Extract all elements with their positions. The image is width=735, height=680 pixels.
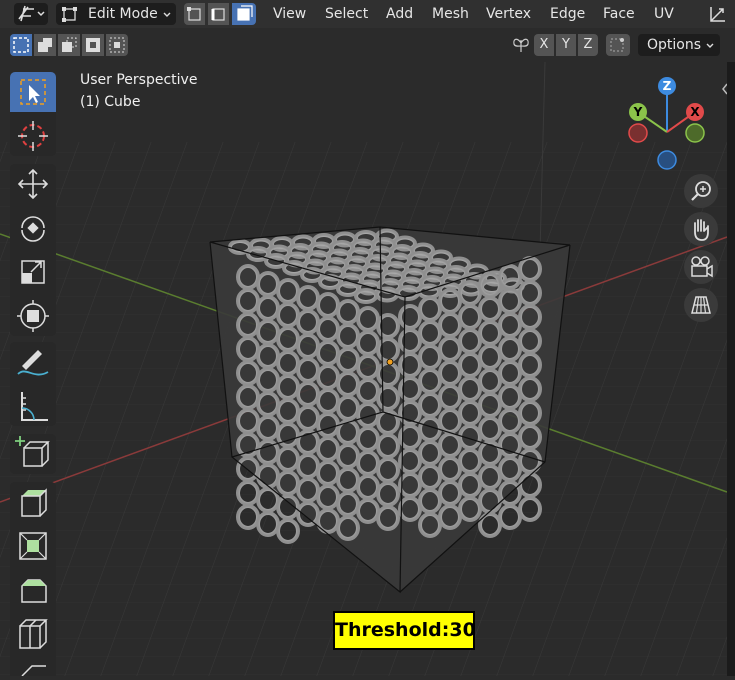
select-subtract-icon: [62, 37, 77, 52]
gizmo-neg-y[interactable]: [685, 123, 705, 143]
select-new-icon: [13, 37, 29, 53]
3d-viewport[interactable]: User Perspective (1) Cube Z Y X: [0, 62, 735, 677]
knife-tool[interactable]: [10, 658, 56, 677]
gizmo-neg-z[interactable]: [657, 150, 677, 170]
measure-tool[interactable]: [10, 386, 56, 426]
grid-perspective-icon: [691, 296, 711, 314]
knife-icon: [21, 665, 46, 677]
extrude-tool[interactable]: [10, 482, 56, 522]
object-origin: [386, 358, 394, 366]
move-icon: [17, 168, 49, 200]
mode-label: Edit Mode: [88, 6, 158, 22]
annotate-pencil-icon: [17, 350, 49, 376]
measure-ruler-icon: [21, 392, 48, 421]
menu-face[interactable]: Face: [603, 4, 635, 24]
pan-button[interactable]: [684, 212, 718, 246]
select-extend-button[interactable]: [34, 34, 56, 56]
camera-icon: [691, 256, 713, 278]
vertex-select-toggle[interactable]: [184, 3, 205, 25]
loop-cut-tool[interactable]: [10, 614, 56, 654]
sidebar-edge: [727, 62, 735, 676]
add-cube-tool[interactable]: [10, 434, 56, 474]
mode-selector[interactable]: Edit Mode: [56, 3, 176, 25]
inset-tool[interactable]: [10, 526, 56, 566]
menu-add[interactable]: Add: [386, 4, 413, 24]
select-extend-icon: [38, 38, 52, 52]
select-subtract-button[interactable]: [58, 34, 80, 56]
menu-vertex[interactable]: Vertex: [486, 4, 531, 24]
perspective-toggle-button[interactable]: [684, 288, 718, 322]
toolbar-group-add: [10, 434, 56, 474]
threshold-label: Threshold:30: [333, 611, 476, 650]
menu-mesh[interactable]: Mesh: [432, 4, 469, 24]
select-intersect-button[interactable]: [106, 34, 128, 56]
rotate-tool[interactable]: [10, 208, 56, 248]
edge-mode-icon: [211, 8, 225, 21]
options-label: Options: [647, 37, 702, 53]
vertex-mode-icon: [187, 7, 201, 21]
zoom-magnifier-icon: [691, 181, 711, 201]
chevron-down-icon: [163, 12, 171, 17]
toolbar-group-annotate: [10, 342, 56, 426]
move-tool[interactable]: [10, 164, 56, 204]
transform-tool[interactable]: [10, 296, 56, 336]
inset-faces-icon: [19, 532, 47, 560]
edit-mode-icon: [62, 7, 77, 22]
mirror-x-toggle[interactable]: X: [534, 34, 554, 56]
transform-icon: [17, 300, 49, 332]
options-dropdown[interactable]: Options: [638, 34, 720, 56]
view-name: User Perspective: [80, 72, 198, 88]
editor-type-button[interactable]: [14, 3, 48, 25]
select-invert-button[interactable]: [82, 34, 104, 56]
cursor-tool[interactable]: [10, 116, 56, 156]
select-intersect-icon: [109, 37, 125, 53]
gizmo-z-label: Z: [663, 79, 672, 93]
hand-icon: [694, 219, 709, 241]
select-new-button[interactable]: [10, 34, 32, 56]
mirror-y-toggle[interactable]: Y: [556, 34, 576, 56]
extrude-icon: [21, 488, 47, 517]
zoom-button[interactable]: [684, 174, 718, 208]
toolbar-group-select: [10, 72, 56, 156]
gizmo-y-label: Y: [633, 105, 643, 119]
chevron-down-icon: [706, 43, 714, 48]
auto-merge-button[interactable]: [606, 34, 630, 56]
select-box-icon: [20, 79, 46, 105]
camera-view-button[interactable]: [684, 250, 718, 284]
mirror-z-toggle[interactable]: Z: [578, 34, 598, 56]
bevel-icon: [21, 579, 47, 603]
gizmo-x-label: X: [690, 105, 700, 119]
annotate-tool[interactable]: [10, 342, 56, 382]
header-bar: Edit Mode View Select Add Mesh Vertex Ed…: [0, 0, 735, 28]
gizmo-neg-x[interactable]: [628, 123, 648, 143]
menu-select[interactable]: Select: [325, 4, 368, 24]
auto-merge-icon: [610, 38, 624, 52]
cursor-icon: [18, 121, 48, 151]
navigation-gizmo[interactable]: Z Y X: [622, 72, 712, 172]
transform-gizmo-icon[interactable]: [707, 3, 729, 25]
menu-uv[interactable]: UV: [654, 4, 674, 24]
butterfly-mirror-icon[interactable]: [510, 34, 532, 56]
toolbar-group-transform: [10, 164, 56, 336]
rotate-icon: [21, 216, 45, 242]
face-select-toggle[interactable]: [232, 3, 256, 25]
menu-view[interactable]: View: [273, 4, 306, 24]
loop-cut-icon: [19, 619, 48, 649]
select-box-tool[interactable]: [10, 72, 56, 112]
edge-select-toggle[interactable]: [208, 3, 229, 25]
editor-type-icon: [18, 5, 45, 22]
menu-edge[interactable]: Edge: [550, 4, 585, 24]
scale-tool[interactable]: [10, 252, 56, 292]
bevel-tool[interactable]: [10, 570, 56, 610]
add-cube-icon: [15, 436, 50, 467]
object-name: (1) Cube: [80, 94, 141, 110]
select-invert-icon: [86, 38, 100, 52]
toolbar-group-mesh: [10, 482, 56, 677]
face-mode-icon: [237, 5, 253, 21]
scale-icon: [21, 260, 45, 284]
